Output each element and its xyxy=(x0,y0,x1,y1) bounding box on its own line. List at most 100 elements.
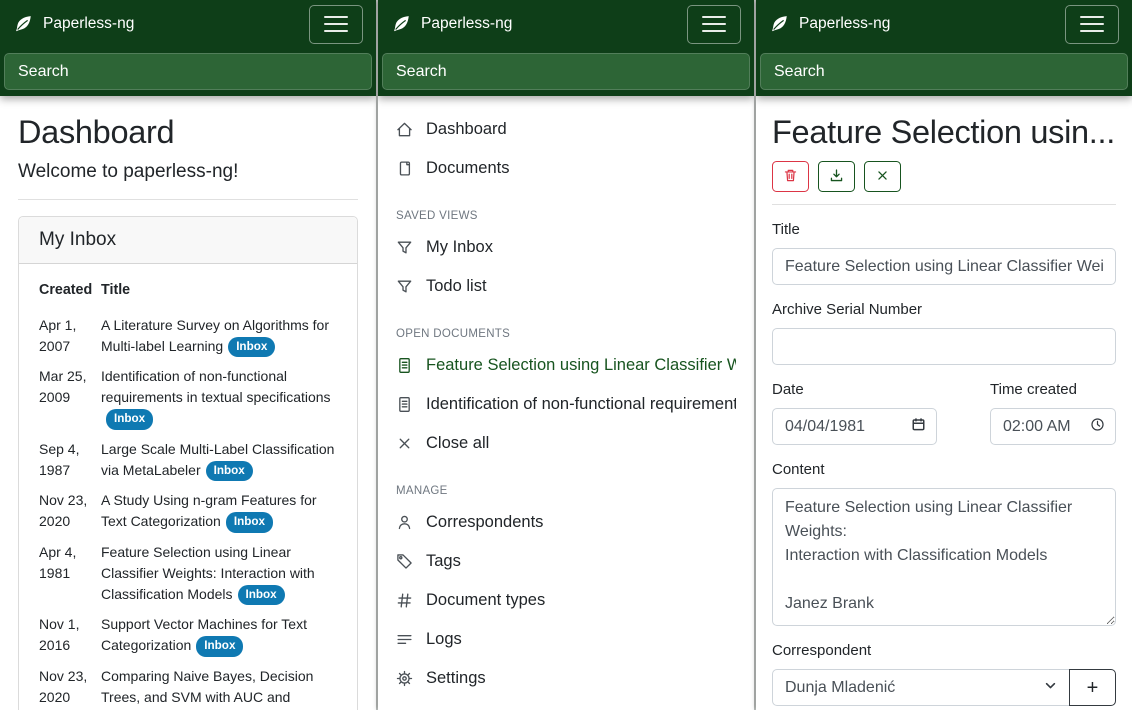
document-title-text: A Study Using n-gram Features for Text C… xyxy=(101,492,317,529)
hamburger-icon xyxy=(324,16,348,32)
feather-logo-icon xyxy=(769,14,789,34)
table-row[interactable]: Apr 4, 1981Feature Selection using Linea… xyxy=(39,537,337,610)
created-cell: Nov 23, 2020 xyxy=(39,486,101,538)
feather-logo-icon xyxy=(391,14,411,34)
inbox-tag-badge[interactable]: Inbox xyxy=(226,512,273,533)
search-input[interactable] xyxy=(4,53,372,90)
date-time-row: Date 04/04/1981 Time created 02:00 AM xyxy=(772,365,1116,445)
feather-logo-icon xyxy=(13,14,33,34)
document-title-text: A Literature Survey on Algorithms for Mu… xyxy=(101,317,329,354)
menu-item-close-all[interactable]: Close all xyxy=(378,424,754,463)
title-input[interactable] xyxy=(772,248,1116,285)
menu-item-todo-list[interactable]: Todo list xyxy=(378,267,754,306)
inbox-tag-badge[interactable]: Inbox xyxy=(228,337,275,358)
menu-item-label: Todo list xyxy=(426,277,487,296)
content-textarea[interactable]: Feature Selection using Linear Classifie… xyxy=(772,488,1116,626)
brand-link[interactable]: Paperless-ng xyxy=(769,14,890,34)
menu-toggle-button[interactable] xyxy=(1065,5,1119,44)
inbox-tag-badge[interactable]: Inbox xyxy=(106,409,153,430)
document-title-text: Comparing Naive Bayes, Decision Trees, a… xyxy=(101,668,313,705)
search-bar xyxy=(0,48,376,96)
menu-item-dashboard[interactable]: Dashboard xyxy=(378,110,754,149)
title-label: Title xyxy=(772,221,1116,238)
title-cell: Support Vector Machines for Text Categor… xyxy=(101,610,337,662)
menu-item-label: Logs xyxy=(426,630,462,649)
home-icon xyxy=(396,121,413,138)
menu-item-label: Identification of non-functional require… xyxy=(426,395,736,414)
menu-item-settings[interactable]: Settings xyxy=(378,659,754,698)
menu-section-header-saved-views: SAVED VIEWS xyxy=(396,210,736,222)
brand-link[interactable]: Paperless-ng xyxy=(13,14,134,34)
menu-item-document-types[interactable]: Document types xyxy=(378,581,754,620)
hamburger-icon xyxy=(1080,16,1104,32)
brand-title: Paperless-ng xyxy=(799,15,890,33)
menu-item-label: Documents xyxy=(426,159,509,178)
navbar: Paperless-ng xyxy=(378,0,754,96)
menu-item-feature-selection-using-linear-classifier-weights-i[interactable]: Feature Selection using Linear Classifie… xyxy=(378,346,754,385)
clock-icon[interactable] xyxy=(1090,417,1105,437)
search-input[interactable] xyxy=(760,53,1128,90)
menu-item-correspondents[interactable]: Correspondents xyxy=(378,503,754,542)
hash-icon xyxy=(396,592,413,609)
table-row[interactable]: Nov 23, 2020A Study Using n-gram Feature… xyxy=(39,486,337,538)
menu-item-label: Settings xyxy=(426,669,486,688)
title-cell: Identification of non-functional require… xyxy=(101,362,337,435)
hamburger-icon xyxy=(702,16,726,32)
card-body: Created Title Apr 1, 2007A Literature Su… xyxy=(19,264,357,710)
created-cell: Nov 23, 2020 xyxy=(39,661,101,710)
correspondent-group: Dunja Mladenić + xyxy=(772,669,1116,706)
inbox-tag-badge[interactable]: Inbox xyxy=(196,636,243,657)
trash-icon xyxy=(783,168,798,186)
document-title-text: Identification of non-functional require… xyxy=(101,368,331,405)
calendar-icon[interactable] xyxy=(911,417,926,437)
time-input[interactable]: 02:00 AM xyxy=(990,408,1116,445)
panel-dashboard: Paperless-ng Dashboard Welcome to paperl… xyxy=(0,0,376,710)
inbox-tag-badge[interactable]: Inbox xyxy=(206,461,253,482)
menu-item-my-inbox[interactable]: My Inbox xyxy=(378,228,754,267)
brand-title: Paperless-ng xyxy=(43,15,134,33)
saved-view-card: My Inbox Created Title Apr 1, 2007A Lite… xyxy=(18,216,358,710)
menu-toggle-button[interactable] xyxy=(687,5,741,44)
menu-item-identification-of-non-functional-requirements-in-t[interactable]: Identification of non-functional require… xyxy=(378,385,754,424)
navbar-top: Paperless-ng xyxy=(756,0,1132,48)
download-icon xyxy=(829,168,844,186)
title-cell: A Literature Survey on Algorithms for Mu… xyxy=(101,310,337,362)
divider xyxy=(772,204,1116,205)
created-cell: Mar 25, 2009 xyxy=(39,362,101,435)
table-row[interactable]: Nov 23, 2020Comparing Naive Bayes, Decis… xyxy=(39,661,337,710)
title-cell: Large Scale Multi-Label Classification v… xyxy=(101,434,337,486)
search-input[interactable] xyxy=(382,53,750,90)
dashboard-content: Dashboard Welcome to paperless-ng! My In… xyxy=(0,96,376,710)
gear-icon xyxy=(396,670,413,687)
menu-item-tags[interactable]: Tags xyxy=(378,542,754,581)
menu-item-documents[interactable]: Documents xyxy=(378,149,754,188)
inbox-tag-badge[interactable]: Inbox xyxy=(238,585,285,606)
time-value: 02:00 AM xyxy=(1003,418,1084,436)
tag-icon xyxy=(396,553,413,570)
correspondent-label: Correspondent xyxy=(772,642,1116,659)
chevron-down-icon xyxy=(1044,679,1057,697)
menu-toggle-button[interactable] xyxy=(309,5,363,44)
close-document-button[interactable] xyxy=(864,161,901,192)
download-button[interactable] xyxy=(818,161,855,192)
delete-button[interactable] xyxy=(772,161,809,192)
documents-icon xyxy=(396,160,413,177)
menu-item-logs[interactable]: Logs xyxy=(378,620,754,659)
table-row[interactable]: Mar 25, 2009Identification of non-functi… xyxy=(39,362,337,435)
navbar-top: Paperless-ng xyxy=(0,0,376,48)
document-icon xyxy=(396,357,413,374)
brand-title: Paperless-ng xyxy=(421,15,512,33)
correspondent-select[interactable]: Dunja Mladenić xyxy=(772,669,1070,706)
divider xyxy=(18,199,358,200)
page-title: Dashboard xyxy=(18,114,358,151)
table-row[interactable]: Apr 1, 2007A Literature Survey on Algori… xyxy=(39,310,337,362)
add-correspondent-button[interactable]: + xyxy=(1069,669,1116,706)
table-row[interactable]: Nov 1, 2016Support Vector Machines for T… xyxy=(39,610,337,662)
menu-item-admin[interactable]: Admin xyxy=(378,698,754,710)
title-cell: Feature Selection using Linear Classifie… xyxy=(101,537,337,610)
menu-section-header-manage: MANAGE xyxy=(396,485,736,497)
brand-link[interactable]: Paperless-ng xyxy=(391,14,512,34)
date-input[interactable]: 04/04/1981 xyxy=(772,408,937,445)
asn-input[interactable] xyxy=(772,328,1116,365)
table-row[interactable]: Sep 4, 1987Large Scale Multi-Label Class… xyxy=(39,434,337,486)
